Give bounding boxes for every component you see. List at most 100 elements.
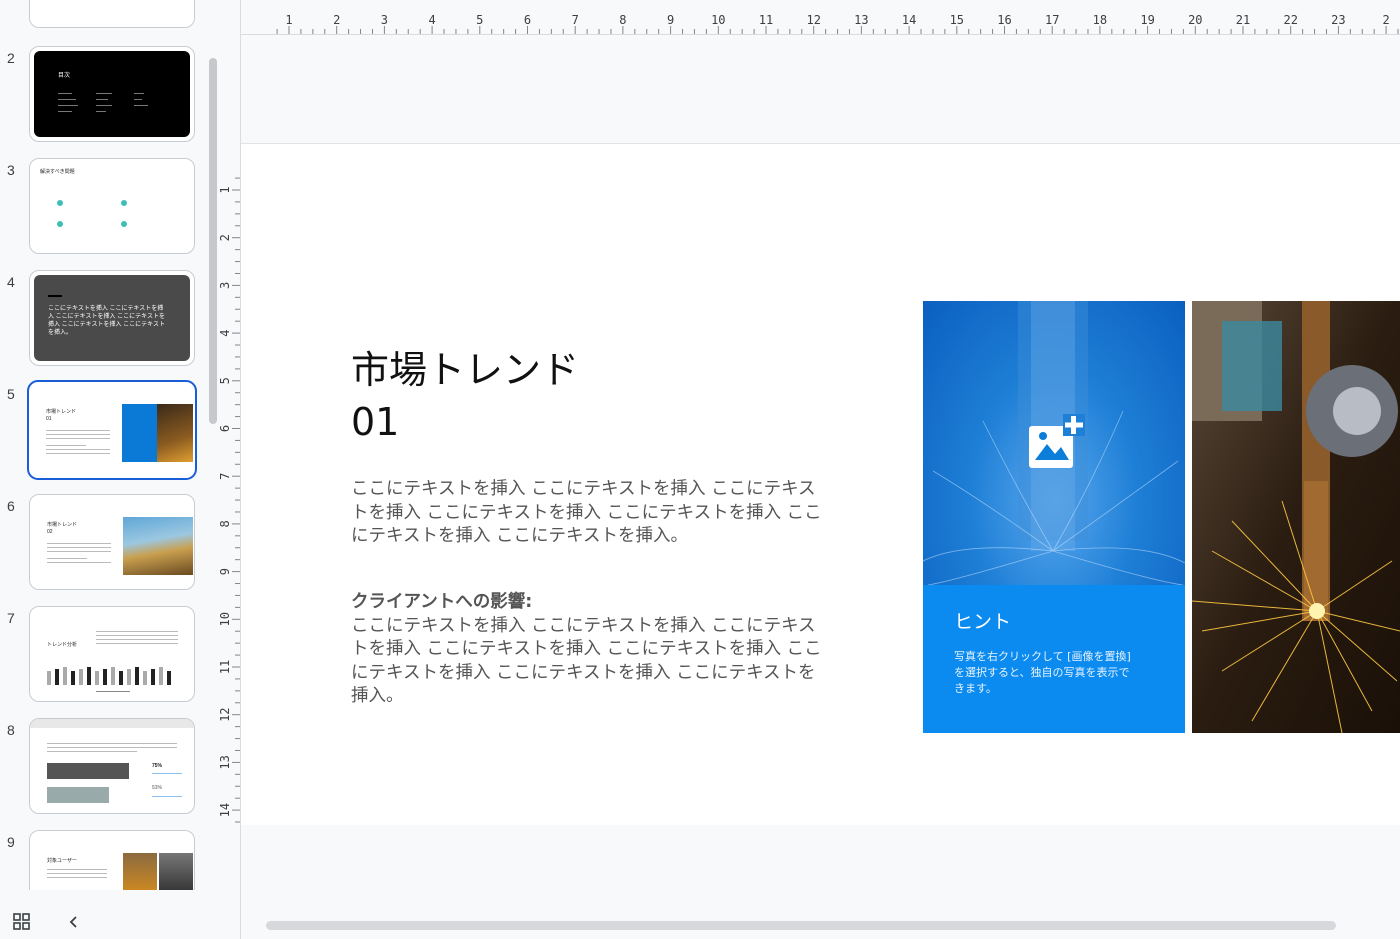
ruler-label: 7 [572,13,579,27]
slide-title[interactable]: 市場トレンド 01 [351,344,579,448]
image-placeholder-card[interactable]: ヒント 写真を右クリックして [画像を置換] を選択すると、独自の写真を表示でき… [923,301,1185,733]
thumb-bar [127,669,131,685]
ruler-label: 18 [1093,13,1107,27]
slide-filmstrip[interactable]: 2 目次 3 解決すべき問題 4 ここにテキストを挿入 ここにテキストを挿入 こ… [0,0,241,939]
slide-thumb-frame[interactable]: ここにテキストを挿入 ここにテキストを挿入 ここにテキストを挿入 ここにテキスト… [29,270,195,366]
ruler-label: 3 [218,282,232,289]
slide-thumbnail-3[interactable]: 3 解決すべき問題 [0,158,210,258]
ruler-label: 2 [218,234,232,241]
slide-number: 8 [7,722,15,738]
thumb-title: 市場トレンド 01 [46,409,77,422]
hint-body: 写真を右クリックして [画像を置換] を選択すると、独自の写真を表示できます。 [954,650,1131,695]
add-image-icon[interactable] [1027,414,1085,476]
ruler-label: 2 [333,13,340,27]
placeholder-photo[interactable] [923,301,1185,585]
ruler-label: 17 [1045,13,1059,27]
slide-thumb-frame[interactable] [29,0,195,28]
slide-thumb-frame[interactable]: 解決すべき問題 [29,158,195,254]
thumb-bar [143,671,147,685]
slide-thumb-frame[interactable]: 市場トレンド 02 [29,494,195,590]
slide-thumb-frame[interactable]: 目次 [29,46,195,142]
ruler-label: 9 [218,568,232,575]
slide-thumb-frame[interactable]: 75% 53% [29,718,195,814]
thumb-bar [111,667,115,685]
slide-number: 6 [7,498,15,514]
slide-thumbnail-4[interactable]: 4 ここにテキストを挿入 ここにテキストを挿入 ここにテキストを挿入 ここにテキ… [0,270,210,370]
slide-thumbnail-6[interactable]: 6 市場トレンド 02 [0,494,210,594]
slide-thumb-frame-selected[interactable]: 市場トレンド 01 [27,380,197,480]
ruler-label: 13 [218,755,232,769]
ruler-label: 8 [619,13,626,27]
slide-thumbnail-5[interactable]: 5 市場トレンド 01 [0,380,210,482]
ruler-label: 6 [524,13,531,27]
ruler-label: 21 [1236,13,1250,27]
ruler-label: 23 [1331,13,1345,27]
filmstrip-toolbar [0,904,240,939]
ruler-label: 10 [711,13,725,27]
slide-body-paragraph-2-box[interactable]: クライアントへの影響: ここにテキストを挿入 ここにテキストを挿入 ここにテキス… [351,591,831,709]
ruler-label: 14 [218,803,232,817]
filmstrip-scrollbar[interactable] [209,58,217,424]
ruler-label: 19 [1140,13,1154,27]
thumb-title: トレンド分析 [47,642,78,648]
slide-number: 4 [7,274,15,290]
ruler-label: 1 [218,186,232,193]
slide-thumbnail-7[interactable]: 7 トレンド分析 [0,606,210,706]
thumb-bar [47,671,51,685]
ruler-label: 4 [428,13,435,27]
hint-panel: ヒント 写真を右クリックして [画像を置換] を選択すると、独自の写真を表示でき… [923,585,1185,733]
grid-view-icon[interactable] [13,913,31,935]
slide-thumbnail-1[interactable] [0,0,210,32]
canvas-horizontal-scrollbar[interactable] [266,921,1336,930]
ruler-label: 10 [218,612,232,626]
thumb-bar [63,667,67,685]
thumb-title: 目次 [58,73,71,79]
thumb-bar [167,671,171,685]
slide-number: 5 [7,386,15,402]
ruler-label: 5 [218,377,232,384]
horizontal-ruler[interactable]: 1 2 3 4 5 6 7 8 9 10 11 12 13 14 15 16 17 18 19 20 21 22 23 2 [241,0,1400,35]
ruler-label: 9 [667,13,674,27]
thumb-title: 対象ユーザー [47,858,77,864]
thumb-stat-2: 53% [152,785,163,791]
ruler-label: 12 [806,13,820,27]
thumb-bar [159,667,163,685]
vertical-ruler[interactable]: 1 2 3 4 5 6 7 8 9 10 11 12 13 14 [218,142,240,824]
slide-body-paragraph-1[interactable]: ここにテキストを挿入 ここにテキストを挿入 ここにテキストを挿入 ここにテキスト… [351,478,831,549]
thumb-text: ここにテキストを挿入 ここにテキストを挿入 ここにテキストを挿入 ここにテキスト… [48,306,165,336]
thumb-bar [55,669,59,685]
thumb-bar [87,667,91,685]
hint-title: ヒント [954,611,1012,633]
impact-heading: クライアントへの影響: [351,592,533,612]
ruler-label: 5 [476,13,483,27]
ruler-label: 11 [759,13,773,27]
ruler-label: 1 [285,13,292,27]
collapse-chevron-icon[interactable] [66,914,82,934]
slide-number: 3 [7,162,15,178]
thumb-bar [103,669,107,685]
thumb-bar [151,669,155,685]
thumb-bar [71,671,75,685]
slide-thumbnail-8[interactable]: 8 75% 53% [0,718,210,818]
slide-thumb-frame[interactable]: 対象ユーザー [29,830,195,890]
ruler-label: 4 [218,329,232,336]
ruler-label: 12 [218,707,232,721]
thumb-title: 市場トレンド 02 [47,522,78,535]
ruler-label: 7 [218,473,232,480]
thumb-bar [119,671,123,685]
thumb-bar [79,669,83,685]
slide-thumbnail-2[interactable]: 2 目次 [0,46,210,146]
thumb-bar [135,667,139,685]
ruler-label: 13 [854,13,868,27]
welding-photo[interactable] [1192,301,1400,733]
ruler-label: 15 [950,13,964,27]
thumb-title: 解決すべき問題 [40,169,75,175]
slide-number: 2 [7,50,15,66]
slide-number: 7 [7,610,15,626]
ruler-label: 6 [218,425,232,432]
ruler-label: 11 [218,660,232,674]
slide-canvas[interactable]: 市場トレンド 01 ここにテキストを挿入 ここにテキストを挿入 ここにテキストを… [241,143,1400,825]
thumb-stat-1: 75% [152,763,163,769]
slide-thumb-frame[interactable]: トレンド分析 [29,606,195,702]
ruler-label: 20 [1188,13,1202,27]
